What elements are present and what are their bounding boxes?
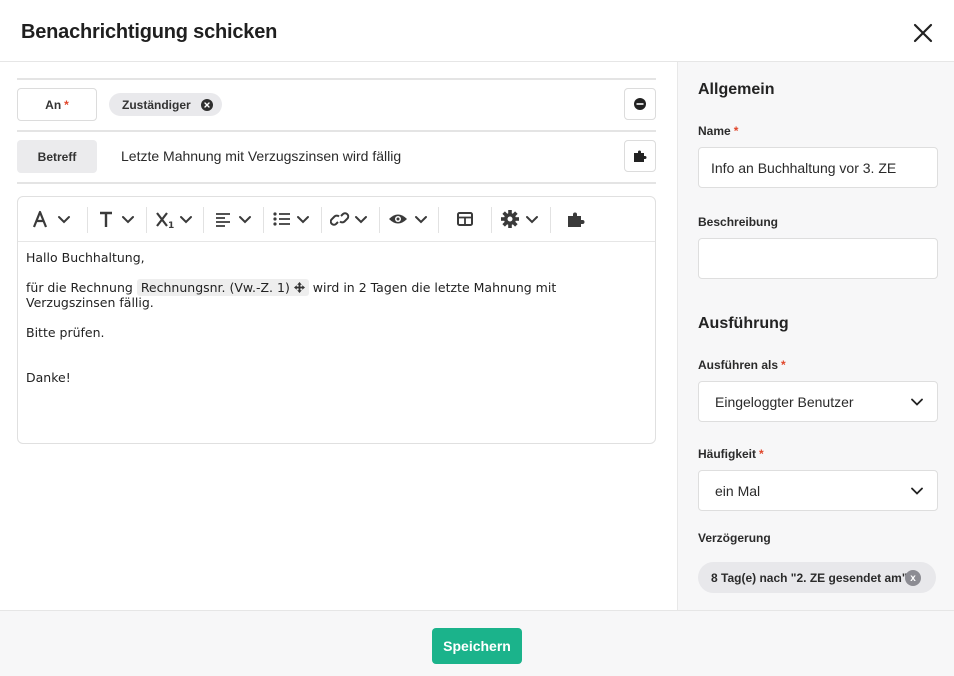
subscript-icon[interactable]: 1	[155, 207, 195, 231]
description-input[interactable]	[698, 238, 938, 279]
align-icon[interactable]	[214, 207, 254, 231]
table-icon[interactable]	[456, 207, 474, 231]
thanks-text: Danke!	[26, 370, 71, 385]
delay-value: 8 Tag(e) nach "2. ZE gesendet am"	[711, 570, 908, 585]
plugin-icon[interactable]	[566, 207, 586, 231]
general-section-title: Allgemein	[698, 81, 775, 98]
divider	[17, 130, 656, 132]
recipient-label-button[interactable]: An *	[17, 88, 97, 121]
variable-token[interactable]: Rechnungsnr. (Vw.-Z. 1)	[136, 279, 309, 296]
remove-delay-icon[interactable]: x	[905, 570, 921, 586]
check-text: Bitte prüfen.	[26, 325, 105, 340]
editor-content[interactable]: Hallo Buchhaltung, für die Rechnung Rech…	[26, 250, 646, 400]
greeting-text: Hallo Buchhaltung,	[26, 250, 145, 265]
svg-text:1: 1	[168, 221, 174, 231]
list-icon[interactable]	[272, 207, 312, 231]
minus-circle-icon	[634, 98, 646, 110]
puzzle-icon	[634, 150, 647, 162]
settings-icon[interactable]	[500, 207, 540, 231]
execution-section-title: Ausführung	[698, 315, 789, 332]
delay-chip[interactable]: 8 Tag(e) nach "2. ZE gesendet am" x	[698, 562, 936, 593]
message-pane: An * Zuständiger Betreff Letzte Mahnung m…	[0, 62, 677, 610]
required-mark: *	[64, 97, 69, 112]
recipient-chip[interactable]: Zuständiger	[109, 93, 222, 116]
run-as-select[interactable]: Eingeloggter Benutzer	[698, 381, 938, 422]
subject-label-button[interactable]: Betreff	[17, 140, 97, 173]
close-icon[interactable]	[910, 20, 936, 46]
preview-icon[interactable]	[388, 207, 430, 231]
text-format-icon[interactable]	[97, 207, 137, 231]
chevron-down-icon	[911, 487, 923, 495]
subject-placeholder-button[interactable]	[624, 140, 656, 172]
frequency-label: Häufigkeit *	[698, 447, 764, 461]
subject-input[interactable]: Letzte Mahnung mit Verzugszinsen wird fä…	[121, 148, 401, 164]
recipient-chip-label: Zuständiger	[122, 97, 191, 112]
divider	[17, 182, 656, 184]
save-button[interactable]: Speichern	[432, 628, 522, 664]
settings-sidebar: Allgemein Name * Info an Buchhaltung vor …	[677, 62, 954, 610]
chevron-down-icon	[911, 398, 923, 406]
frequency-value: ein Mal	[715, 482, 761, 499]
recipient-label: An	[45, 97, 62, 112]
name-label: Name *	[698, 124, 739, 138]
frequency-select[interactable]: ein Mal	[698, 470, 938, 511]
name-input[interactable]: Info an Buchhaltung vor 3. ZE	[698, 147, 938, 188]
dialog-header: Benachrichtigung schicken	[0, 0, 954, 62]
remove-chip-icon[interactable]	[200, 98, 213, 111]
run-as-label: Ausführen als *	[698, 358, 786, 372]
font-color-icon[interactable]	[31, 207, 73, 231]
description-label: Beschreibung	[698, 215, 779, 229]
add-recipient-button[interactable]	[624, 88, 656, 120]
editor-toolbar: 1	[18, 197, 655, 242]
move-icon	[293, 282, 305, 293]
divider	[17, 78, 656, 80]
body-text: für die Rechnung Rechnungsnr. (Vw.-Z. 1)…	[26, 279, 557, 310]
rich-text-editor[interactable]: 1 Hallo Buchhaltung, für die Rechnung Re…	[17, 196, 656, 444]
dialog-footer: Speichern	[0, 610, 954, 676]
dialog-title: Benachrichtigung schicken	[21, 21, 278, 43]
link-icon[interactable]	[330, 207, 370, 231]
run-as-value: Eingeloggter Benutzer	[715, 393, 854, 410]
delay-label: Verzögerung	[698, 531, 771, 545]
